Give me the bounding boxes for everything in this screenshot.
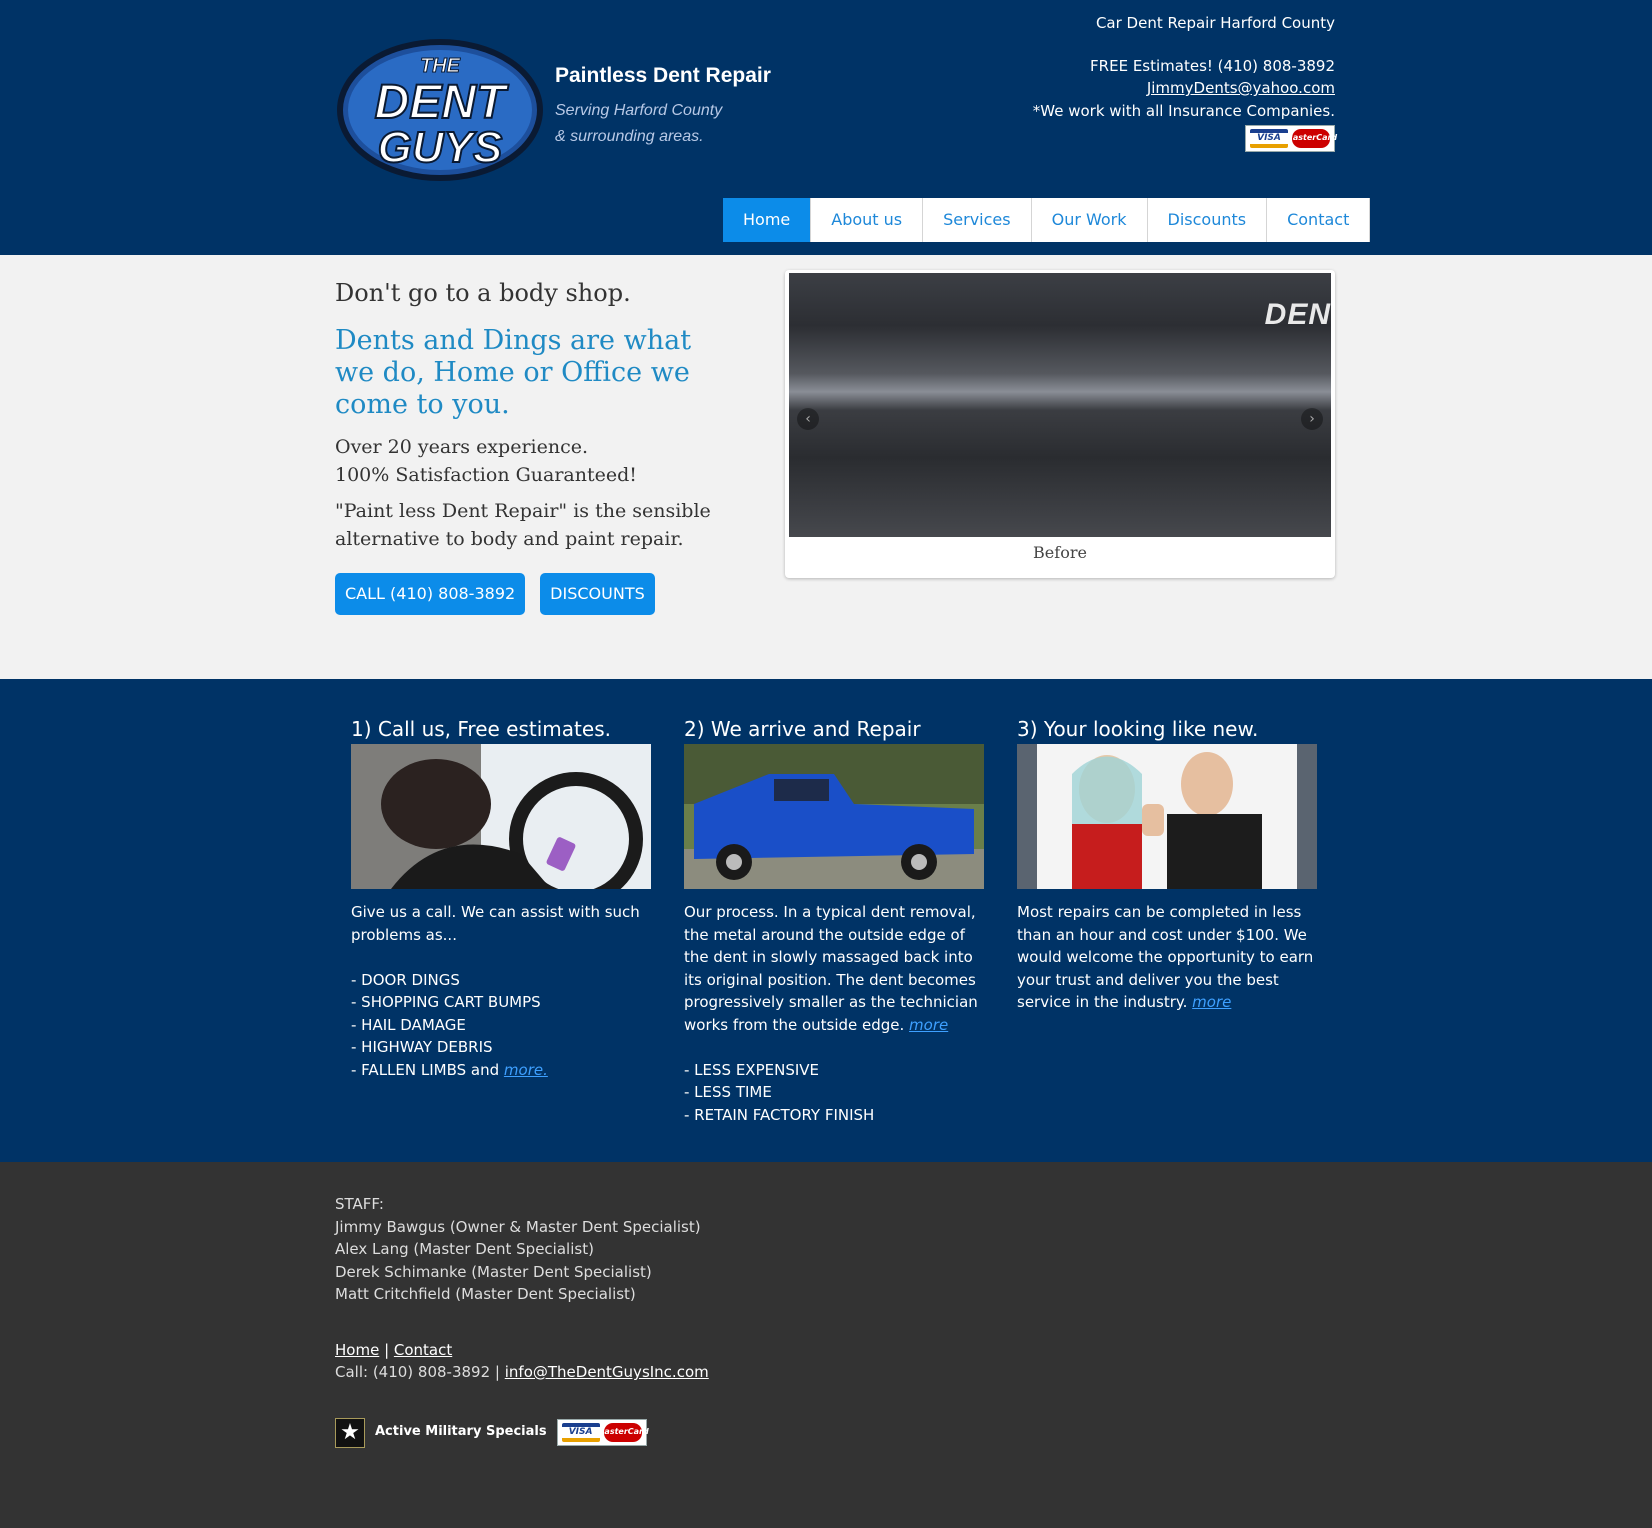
header-email-link[interactable]: JimmyDents@yahoo.com (1147, 79, 1335, 97)
list-item: - DOOR DINGS (351, 970, 460, 989)
step-1-title: 1) Call us, Free estimates. (351, 717, 611, 741)
step-1-more-link[interactable]: more. (504, 1061, 548, 1079)
main-nav: Home About us Services Our Work Discount… (723, 198, 1371, 242)
step-1: 1) Call us, Free estimates. Give us a ca… (351, 717, 651, 1081)
site-header: THE DENT GUYS Paintless Dent Repair Serv… (0, 0, 1652, 255)
free-estimates-text: FREE Estimates! (410) 808-3892 (1090, 56, 1335, 75)
header-contact-info: Car Dent Repair Harford County FREE Esti… (1032, 12, 1337, 152)
call-button[interactable]: CALL (410) 808-3892 (335, 573, 526, 615)
svg-text:DENT: DENT (375, 76, 509, 129)
payment-cards: VISA MasterCard (1245, 125, 1337, 152)
image-slider: DEN ‹ › Before (785, 270, 1335, 578)
hero-paragraph: "Paint less Dent Repair" is the sensible… (335, 500, 711, 550)
step-2-text: Our process. In a typical dent removal, … (684, 901, 984, 1126)
site-footer: STAFF: Jimmy Bawgus (Owner & Master Dent… (0, 1162, 1652, 1528)
list-item: - FALLEN LIMBS and (351, 1060, 504, 1079)
hero-headline: Dents and Dings are what we do, Home or … (335, 325, 692, 420)
svg-text:GUYS: GUYS (378, 123, 503, 172)
list-item: - LESS EXPENSIVE (684, 1060, 820, 1079)
tagline-line2: & surrounding areas. (555, 128, 704, 145)
list-item: - HIGHWAY DEBRIS (351, 1038, 493, 1056)
staff-member: Derek Schimanke (Master Dent Specialist) (335, 1262, 652, 1281)
tagline-title: Paintless Dent Repair (555, 64, 771, 87)
tagline-line1: Serving Harford County (555, 102, 723, 119)
discounts-button[interactable]: DISCOUNTS (540, 573, 655, 615)
slide-image: DEN ‹ › (789, 273, 1331, 537)
list-item: - LESS TIME (684, 1083, 772, 1101)
step-2: 2) We arrive and Repair Our process. In … (684, 717, 984, 1126)
staff-label: STAFF: (335, 1195, 384, 1213)
footer-links: Home | Contact (335, 1339, 709, 1362)
footer-contact-link[interactable]: Contact (394, 1341, 452, 1359)
hero-text: Don't go to a body shop. Dents and Dings… (335, 279, 735, 615)
mastercard-icon: MasterCard (1285, 129, 1337, 148)
hero-line2: 100% Satisfaction Guaranteed! (335, 464, 637, 486)
staff-member: Alex Lang (Master Dent Specialist) (335, 1240, 594, 1258)
footer-home-link[interactable]: Home (335, 1341, 379, 1359)
hero-lead: Don't go to a body shop. (335, 279, 631, 307)
slider-prev-icon[interactable]: ‹ (797, 408, 819, 430)
hero-line1: Over 20 years experience. (335, 436, 589, 458)
staff-member: Matt Critchfield (Master Dent Specialist… (335, 1285, 636, 1303)
slide-caption: Before (1033, 543, 1087, 562)
step-3-text: Most repairs can be completed in less th… (1017, 901, 1317, 1014)
insurance-text: *We work with all Insurance Companies. (1032, 101, 1335, 120)
step-2-intro: Our process. In a typical dent removal, … (684, 903, 978, 1034)
step-2-more-link[interactable]: more (909, 1016, 948, 1034)
slide-image-text: DEN (1264, 298, 1331, 331)
tagline-subtitle: Serving Harford County & surrounding are… (555, 98, 771, 150)
nav-services[interactable]: Services (923, 198, 1032, 242)
footer-payment-cards: VISA MasterCard (556, 1419, 649, 1446)
step-2-image (684, 744, 984, 889)
step-1-text: Give us a call. We can assist with such … (351, 901, 651, 1081)
nav-about-us[interactable]: About us (811, 198, 924, 242)
nav-discounts[interactable]: Discounts (1147, 198, 1268, 242)
army-star-icon: ★ (335, 1417, 365, 1448)
visa-icon: VISA (1250, 129, 1288, 148)
footer-call: Call: (410) 808-3892 | (335, 1363, 505, 1381)
steps-section: 1) Call us, Free estimates. Give us a ca… (0, 679, 1652, 1162)
hero-buttons: CALL (410) 808-3892 DISCOUNTS (335, 573, 735, 615)
staff-member: Jimmy Bawgus (Owner & Master Dent Specia… (335, 1217, 701, 1236)
step-3-more-link[interactable]: more (1192, 993, 1231, 1011)
nav-home[interactable]: Home (723, 198, 812, 242)
step-1-intro: Give us a call. We can assist with such … (351, 903, 640, 944)
dent-guys-logo[interactable]: THE DENT GUYS (335, 34, 545, 182)
footer-content: STAFF: Jimmy Bawgus (Owner & Master Dent… (335, 1193, 709, 1448)
slider-next-icon[interactable]: › (1301, 408, 1323, 430)
military-specials: ★ Active Military Specials VISA MasterCa… (335, 1417, 709, 1448)
svg-text:THE: THE (420, 55, 461, 77)
footer-call-line: Call: (410) 808-3892 | info@TheDentGuysI… (335, 1361, 709, 1384)
list-item: - SHOPPING CART BUMPS (351, 993, 541, 1011)
footer-email-link[interactable]: info@TheDentGuysInc.com (505, 1363, 709, 1381)
header-top-text: Car Dent Repair Harford County (1095, 14, 1335, 32)
step-2-title: 2) We arrive and Repair (684, 717, 921, 741)
step-3-image (1017, 744, 1317, 889)
visa-icon: VISA (561, 1423, 600, 1442)
tagline: Paintless Dent Repair Serving Harford Co… (555, 64, 771, 150)
nav-contact[interactable]: Contact (1267, 198, 1371, 242)
step-3-title: 3) Your looking like new. (1017, 717, 1259, 741)
military-text: Active Military Specials (375, 1424, 547, 1440)
step-1-image (351, 744, 651, 906)
hero-experience: Over 20 years experience. 100% Satisfact… (335, 433, 735, 489)
mastercard-icon: MasterCard (596, 1423, 649, 1442)
step-3: 3) Your looking like new. Most repairs c… (1017, 717, 1317, 1014)
list-item: - RETAIN FACTORY FINISH (684, 1105, 875, 1124)
hero-section: Don't go to a body shop. Dents and Dings… (0, 255, 1652, 858)
nav-our-work[interactable]: Our Work (1031, 198, 1148, 242)
list-item: - HAIL DAMAGE (351, 1015, 466, 1034)
footer-separator: | (379, 1340, 394, 1359)
step-3-intro: Most repairs can be completed in less th… (1017, 903, 1314, 1011)
